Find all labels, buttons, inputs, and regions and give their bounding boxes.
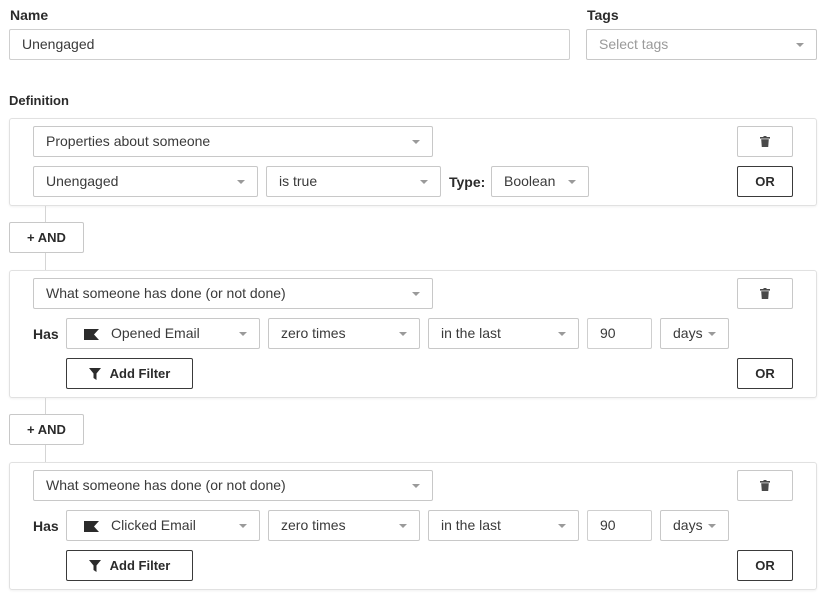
condition-1-type-select[interactable]: Boolean xyxy=(491,166,589,197)
condition-2-frequency-value: zero times xyxy=(281,325,346,341)
chevron-down-icon xyxy=(412,140,420,144)
filter-icon xyxy=(88,367,101,380)
chevron-down-icon xyxy=(399,332,407,336)
condition-1-category-value: Properties about someone xyxy=(46,133,211,149)
condition-3-unit-select[interactable]: days xyxy=(660,510,729,541)
condition-2-or-button[interactable]: OR xyxy=(737,358,793,389)
chevron-down-icon xyxy=(796,43,804,47)
chevron-down-icon xyxy=(708,524,716,528)
has-label: Has xyxy=(33,326,59,342)
condition-2-metric-value: Opened Email xyxy=(111,325,200,341)
condition-3-unit-value: days xyxy=(673,517,703,533)
chevron-down-icon xyxy=(399,524,407,528)
connector-line xyxy=(45,445,46,462)
connector-line xyxy=(45,398,46,414)
condition-3-timeframe-value: in the last xyxy=(441,517,501,533)
condition-3-frequency-select[interactable]: zero times xyxy=(268,510,420,541)
tags-select[interactable]: Select tags xyxy=(586,29,817,60)
condition-1-operator-select[interactable]: is true xyxy=(266,166,441,197)
trash-icon xyxy=(760,480,770,491)
chevron-down-icon xyxy=(239,332,247,336)
condition-2-timeframe-value: in the last xyxy=(441,325,501,341)
condition-1-property-select[interactable]: Unengaged xyxy=(33,166,258,197)
flag-icon xyxy=(84,329,99,340)
chevron-down-icon xyxy=(412,292,420,296)
tags-label: Tags xyxy=(587,7,619,23)
condition-3-category-select[interactable]: What someone has done (or not done) xyxy=(33,470,433,501)
condition-2-category-value: What someone has done (or not done) xyxy=(46,285,286,301)
and-button-1[interactable]: + AND xyxy=(9,222,84,253)
condition-2-add-filter-button[interactable]: Add Filter xyxy=(66,358,193,389)
condition-3-category-value: What someone has done (or not done) xyxy=(46,477,286,493)
flag-icon xyxy=(84,521,99,532)
chevron-down-icon xyxy=(239,524,247,528)
add-filter-label: Add Filter xyxy=(109,366,171,381)
condition-3-or-button[interactable]: OR xyxy=(737,550,793,581)
condition-1-category-select[interactable]: Properties about someone xyxy=(33,126,433,157)
chevron-down-icon xyxy=(708,332,716,336)
condition-2-category-select[interactable]: What someone has done (or not done) xyxy=(33,278,433,309)
condition-2-metric-select[interactable]: Opened Email xyxy=(66,318,260,349)
condition-3-metric-value: Clicked Email xyxy=(111,517,196,533)
connector-line xyxy=(45,206,46,222)
connector-line xyxy=(45,253,46,270)
name-input[interactable]: Unengaged xyxy=(9,29,570,60)
condition-2-amount-value: 90 xyxy=(600,325,616,341)
chevron-down-icon xyxy=(420,180,428,184)
chevron-down-icon xyxy=(412,484,420,488)
type-label: Type: xyxy=(449,174,486,190)
condition-1-delete-button[interactable] xyxy=(737,126,793,157)
condition-2-amount-input[interactable]: 90 xyxy=(587,318,652,349)
condition-3-amount-value: 90 xyxy=(600,517,616,533)
condition-1-operator-value: is true xyxy=(279,173,318,189)
condition-2-unit-value: days xyxy=(673,325,703,341)
condition-2-unit-select[interactable]: days xyxy=(660,318,729,349)
condition-3-frequency-value: zero times xyxy=(281,517,346,533)
trash-icon xyxy=(760,136,770,147)
condition-2-timeframe-select[interactable]: in the last xyxy=(428,318,579,349)
condition-2-delete-button[interactable] xyxy=(737,278,793,309)
condition-3-add-filter-button[interactable]: Add Filter xyxy=(66,550,193,581)
name-input-value: Unengaged xyxy=(22,36,95,52)
condition-3-timeframe-select[interactable]: in the last xyxy=(428,510,579,541)
tags-placeholder: Select tags xyxy=(599,36,669,52)
condition-3-amount-input[interactable]: 90 xyxy=(587,510,652,541)
condition-3-delete-button[interactable] xyxy=(737,470,793,501)
filter-icon xyxy=(88,559,101,572)
chevron-down-icon xyxy=(558,524,566,528)
and-button-2[interactable]: + AND xyxy=(9,414,84,445)
name-label: Name xyxy=(10,7,49,23)
has-label: Has xyxy=(33,518,59,534)
condition-3-metric-select[interactable]: Clicked Email xyxy=(66,510,260,541)
condition-1-type-value: Boolean xyxy=(504,173,556,189)
chevron-down-icon xyxy=(558,332,566,336)
chevron-down-icon xyxy=(237,180,245,184)
condition-1-or-button[interactable]: OR xyxy=(737,166,793,197)
chevron-down-icon xyxy=(568,180,576,184)
add-filter-label: Add Filter xyxy=(109,558,171,573)
trash-icon xyxy=(760,288,770,299)
condition-1-property-value: Unengaged xyxy=(46,173,119,189)
condition-2-frequency-select[interactable]: zero times xyxy=(268,318,420,349)
definition-label: Definition xyxy=(9,93,69,108)
